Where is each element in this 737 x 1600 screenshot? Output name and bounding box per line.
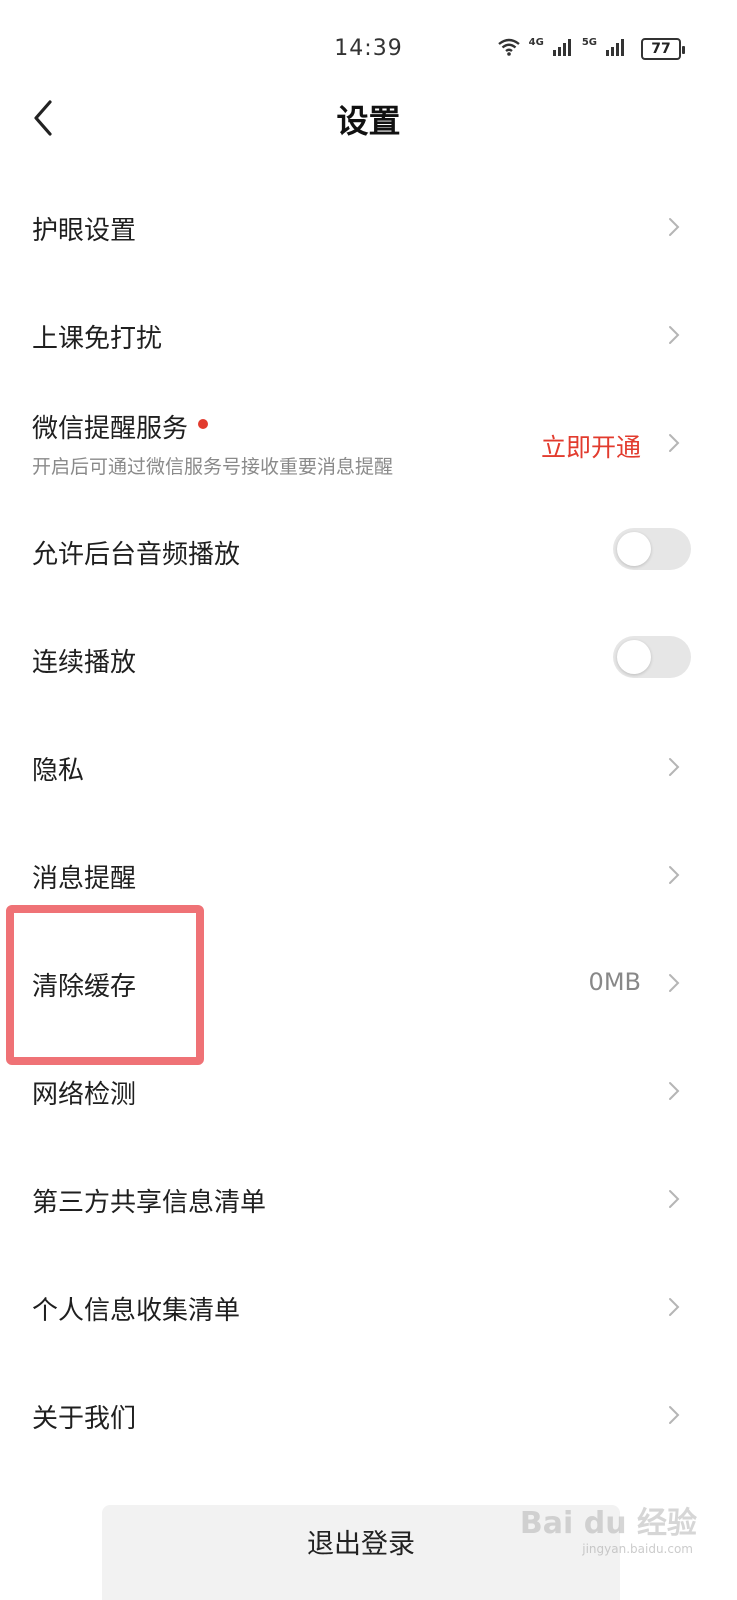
setting-continuous-play: 连续播放	[0, 604, 737, 712]
continuous-play-toggle[interactable]	[613, 636, 691, 678]
chevron-right-icon	[669, 434, 680, 452]
chevron-right-icon	[669, 866, 680, 884]
setting-privacy[interactable]: 隐私	[0, 712, 737, 820]
setting-label-text: 微信提醒服务	[32, 414, 189, 444]
chevron-right-icon	[669, 326, 680, 344]
chevron-right-icon	[669, 1190, 680, 1208]
chevron-right-icon	[669, 1298, 680, 1316]
network-type-2: 5G	[581, 37, 597, 48]
page-title: 设置	[336, 102, 401, 140]
setting-do-not-disturb[interactable]: 上课免打扰	[0, 280, 737, 388]
activate-now-link[interactable]: 立即开通	[541, 428, 641, 464]
wifi-icon	[497, 38, 520, 56]
setting-third-party-sharing[interactable]: 第三方共享信息清单	[0, 1144, 737, 1252]
setting-background-audio: 允许后台音频播放	[0, 496, 737, 604]
chevron-right-icon	[669, 1082, 680, 1100]
status-icons: 4G 5G	[497, 38, 627, 56]
setting-label: 个人信息收集清单	[32, 1296, 241, 1326]
setting-wechat-reminder[interactable]: 微信提醒服务 开启后可通过微信服务号接收重要消息提醒 立即开通	[0, 388, 737, 496]
setting-label: 隐私	[32, 756, 85, 786]
setting-eye-care[interactable]: 护眼设置	[0, 172, 737, 280]
setting-label: 微信提醒服务	[32, 408, 209, 445]
setting-label: 护眼设置	[32, 216, 137, 246]
toggle-knob	[617, 640, 651, 674]
status-bar: 14:39 4G 5G 77	[0, 0, 737, 96]
chevron-right-icon	[669, 758, 680, 776]
nav-bar: 设置	[0, 90, 737, 146]
setting-label: 上课免打扰	[32, 324, 163, 354]
setting-label: 网络检测	[32, 1080, 137, 1110]
baidu-watermark: Bai du 经验	[519, 1506, 697, 1541]
setting-label: 清除缓存	[32, 972, 137, 1002]
chevron-right-icon	[669, 218, 680, 236]
cache-size: 0MB	[588, 968, 641, 996]
background-audio-toggle[interactable]	[613, 528, 691, 570]
setting-about-us[interactable]: 关于我们	[0, 1360, 737, 1468]
chevron-right-icon	[669, 974, 680, 992]
battery-icon: 77	[641, 38, 685, 60]
setting-label: 关于我们	[32, 1404, 137, 1434]
chevron-right-icon	[669, 1406, 680, 1424]
setting-label: 允许后台音频播放	[32, 540, 241, 570]
setting-personal-info-list[interactable]: 个人信息收集清单	[0, 1252, 737, 1360]
signal-icon	[606, 39, 624, 56]
network-type-1: 4G	[528, 37, 544, 48]
signal-icon	[552, 39, 571, 56]
setting-label: 连续播放	[32, 648, 137, 678]
setting-label: 第三方共享信息清单	[32, 1188, 267, 1218]
toggle-knob	[617, 532, 651, 566]
setting-message-reminder[interactable]: 消息提醒	[0, 820, 737, 928]
red-dot-badge	[198, 418, 209, 429]
setting-label: 消息提醒	[32, 864, 137, 894]
setting-network-check[interactable]: 网络检测	[0, 1036, 737, 1144]
baidu-watermark-url: jingyan.baidu.com	[582, 1542, 693, 1556]
setting-clear-cache[interactable]: 清除缓存 0MB	[0, 928, 737, 1036]
setting-subtitle: 开启后可通过微信服务号接收重要消息提醒	[32, 456, 394, 478]
